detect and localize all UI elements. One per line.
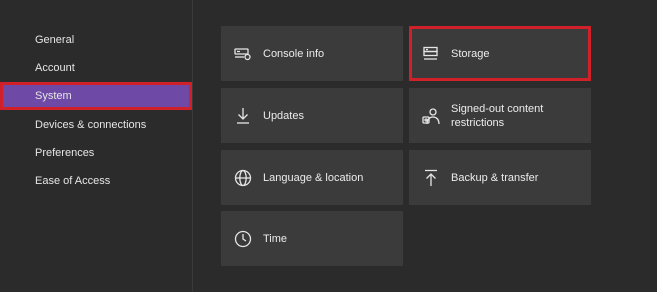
time-label: Time bbox=[263, 232, 288, 245]
sidebar-item-label: Ease of Access bbox=[35, 175, 111, 187]
sidebar-item-label: Preferences bbox=[35, 147, 95, 159]
sidebar-item-account[interactable]: Account bbox=[0, 54, 192, 82]
storage-icon bbox=[421, 44, 441, 64]
sidebar-item-ease-of-access[interactable]: Ease of Access bbox=[0, 167, 192, 195]
globe-icon bbox=[233, 168, 253, 188]
backup-transfer-tile[interactable]: Backup & transfer bbox=[409, 150, 591, 205]
storage-tile[interactable]: Storage bbox=[409, 26, 591, 81]
sidebar-item-label: Devices & connections bbox=[35, 119, 147, 131]
console-info-label: Console info bbox=[263, 47, 325, 60]
sidebar-item-preferences[interactable]: Preferences bbox=[0, 139, 192, 167]
storage-label: Storage bbox=[451, 47, 490, 60]
signed-out-content-restrictions-label: Signed-out content restrictions bbox=[451, 102, 544, 129]
sidebar-item-general[interactable]: General bbox=[0, 26, 192, 54]
language-location-label: Language & location bbox=[263, 171, 364, 184]
console-info-icon bbox=[233, 44, 253, 64]
console-info-tile[interactable]: Console info bbox=[221, 26, 403, 81]
sidebar-item-label: Account bbox=[35, 62, 75, 74]
time-tile[interactable]: Time bbox=[221, 211, 403, 266]
updates-label: Updates bbox=[263, 109, 304, 122]
sidebar-item-devices-connections[interactable]: Devices & connections bbox=[0, 111, 192, 139]
updates-tile[interactable]: Updates bbox=[221, 88, 403, 143]
sidebar-item-label: System bbox=[35, 90, 72, 102]
clock-icon bbox=[233, 229, 253, 249]
user-shield-icon bbox=[421, 106, 441, 126]
upload-icon bbox=[421, 168, 441, 188]
backup-transfer-label: Backup & transfer bbox=[451, 171, 539, 184]
download-icon bbox=[233, 106, 253, 126]
settings-sidebar: General Account System Devices & connect… bbox=[0, 0, 193, 292]
signed-out-content-restrictions-tile[interactable]: Signed-out content restrictions bbox=[409, 88, 591, 143]
language-location-tile[interactable]: Language & location bbox=[221, 150, 403, 205]
sidebar-item-label: General bbox=[35, 34, 75, 46]
sidebar-item-system[interactable]: System bbox=[0, 82, 192, 110]
